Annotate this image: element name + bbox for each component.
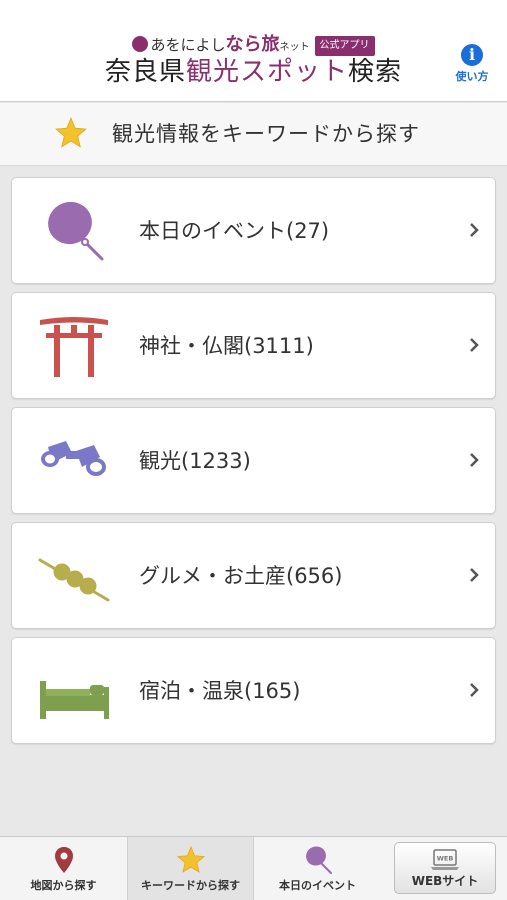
category-item-sightseeing[interactable]: 観光(1233) xyxy=(11,407,496,514)
brand-mark-icon xyxy=(132,36,149,52)
web-icon-text: WEB xyxy=(437,855,454,863)
page-title: 奈良県観光スポット検索 xyxy=(0,56,507,88)
category-list: 本日のイベント(27) 神社・仏閣(3111) 観光(1233) グルメ・お土産… xyxy=(11,177,496,752)
brand-suffix: ネット xyxy=(279,42,310,53)
title-accent: 観光スポット xyxy=(185,57,348,87)
help-label: 使い方 xyxy=(455,70,489,83)
section-title: 観光情報をキーワードから探す xyxy=(112,122,420,146)
title-part-1: 奈良県 xyxy=(104,57,186,87)
dango-icon xyxy=(38,558,110,602)
chevron-right-icon xyxy=(470,683,479,697)
category-label: グルメ・お土産(656) xyxy=(139,564,343,588)
uchiwa-fan-icon xyxy=(48,201,104,261)
chevron-right-icon xyxy=(470,568,479,582)
map-pin-icon xyxy=(54,847,73,873)
category-label: 本日のイベント(27) xyxy=(139,219,330,243)
laptop-icon: WEB xyxy=(431,849,459,870)
bottom-tab-bar: 地図から探す キーワードから探す 本日のイベント WEB WEBサイト xyxy=(0,836,507,900)
web-site-button[interactable]: WEB WEBサイト xyxy=(394,842,496,894)
brand-emphasis: なら旅 xyxy=(225,34,280,55)
brand-prefix: あをによし xyxy=(150,36,226,54)
star-icon xyxy=(176,845,205,873)
tab-map-search[interactable]: 地図から探す xyxy=(0,837,127,900)
tab-label: 本日のイベント xyxy=(279,879,356,892)
tab-label: キーワードから探す xyxy=(141,879,240,892)
star-icon xyxy=(55,117,87,148)
category-item-events[interactable]: 本日のイベント(27) xyxy=(11,177,496,284)
tab-label: 地図から探す xyxy=(30,879,97,892)
web-button-label: WEBサイト xyxy=(411,874,479,888)
info-icon: i xyxy=(461,44,483,66)
chevron-right-icon xyxy=(470,453,479,467)
brand-logo: あをによしなら旅ネット 公式アプリ xyxy=(0,36,507,57)
binoculars-icon xyxy=(41,441,106,476)
help-button[interactable]: i 使い方 xyxy=(452,44,492,90)
official-app-badge: 公式アプリ xyxy=(314,36,375,56)
uchiwa-fan-icon xyxy=(305,846,332,874)
torii-gate-icon xyxy=(40,317,108,377)
chevron-right-icon xyxy=(470,338,479,352)
category-label: 観光(1233) xyxy=(139,449,251,473)
title-part-2: 検索 xyxy=(348,57,403,87)
tab-today-events[interactable]: 本日のイベント xyxy=(254,837,381,900)
section-header: 観光情報をキーワードから探す xyxy=(0,103,507,166)
tab-keyword-search[interactable]: キーワードから探す xyxy=(127,837,254,900)
category-label: 宿泊・温泉(165) xyxy=(139,679,301,703)
category-item-lodging-onsen[interactable]: 宿泊・温泉(165) xyxy=(11,637,496,744)
bed-icon xyxy=(40,681,109,719)
category-item-shrines-temples[interactable]: 神社・仏閣(3111) xyxy=(11,292,496,399)
category-label: 神社・仏閣(3111) xyxy=(139,334,314,358)
category-item-gourmet-souvenirs[interactable]: グルメ・お土産(656) xyxy=(11,522,496,629)
chevron-right-icon xyxy=(470,223,479,237)
app-header: あをによしなら旅ネット 公式アプリ 奈良県観光スポット検索 i 使い方 xyxy=(0,0,507,102)
